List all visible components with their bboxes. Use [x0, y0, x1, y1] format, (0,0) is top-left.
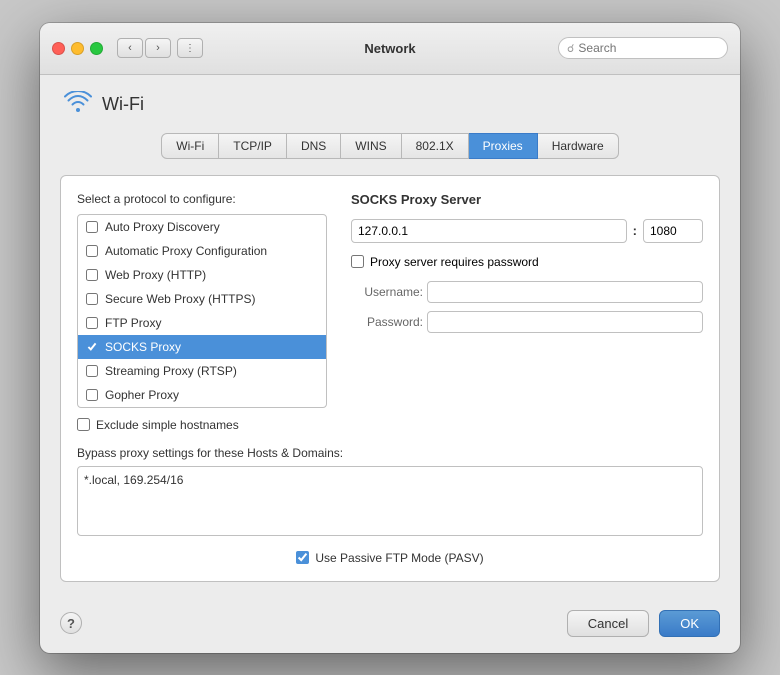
- bottom-bar: ? Cancel OK: [40, 598, 740, 653]
- action-buttons: Cancel OK: [567, 610, 720, 637]
- colon-separator: :: [633, 223, 637, 238]
- web-http-label: Web Proxy (HTTP): [105, 268, 206, 282]
- protocol-item-auto-config[interactable]: Automatic Proxy Configuration: [78, 239, 326, 263]
- bypass-section: Bypass proxy settings for these Hosts & …: [77, 446, 703, 539]
- protocol-item-secure-web[interactable]: Secure Web Proxy (HTTPS): [78, 287, 326, 311]
- main-window: ‹ › ⋮ Network ☌ Wi-Fi Wi-Fi: [40, 23, 740, 653]
- protocol-item-ftp[interactable]: FTP Proxy: [78, 311, 326, 335]
- wifi-header: Wi-Fi: [60, 91, 720, 119]
- window-title: Network: [364, 41, 415, 56]
- username-label: Username:: [351, 285, 423, 299]
- protocol-item-auto-proxy[interactable]: Auto Proxy Discovery: [78, 215, 326, 239]
- web-http-checkbox[interactable]: [86, 269, 98, 281]
- gopher-checkbox[interactable]: [86, 389, 98, 401]
- settings-panel: Select a protocol to configure: Auto Pro…: [60, 175, 720, 582]
- right-column: SOCKS Proxy Server : Proxy server requir…: [351, 192, 703, 432]
- search-input[interactable]: [578, 41, 698, 55]
- wifi-icon: [64, 91, 92, 119]
- socks-server-title: SOCKS Proxy Server: [351, 192, 703, 207]
- pasv-checkbox[interactable]: [296, 551, 309, 564]
- auto-proxy-label: Auto Proxy Discovery: [105, 220, 220, 234]
- forward-button[interactable]: ›: [145, 38, 171, 58]
- nav-buttons: ‹ ›: [117, 38, 171, 58]
- password-row-field: Password:: [351, 311, 703, 333]
- bypass-textarea[interactable]: *.local, 169.254/16: [77, 466, 703, 536]
- socks-checkbox[interactable]: [86, 341, 98, 353]
- exclude-hostnames-checkbox[interactable]: [77, 418, 90, 431]
- auto-proxy-checkbox[interactable]: [86, 221, 98, 233]
- password-field-label: Password:: [351, 315, 423, 329]
- auto-config-label: Automatic Proxy Configuration: [105, 244, 267, 258]
- tab-tcpip[interactable]: TCP/IP: [219, 133, 287, 159]
- protocol-list: Auto Proxy Discovery Automatic Proxy Con…: [77, 214, 327, 408]
- protocol-item-web-http[interactable]: Web Proxy (HTTP): [78, 263, 326, 287]
- content-area: Wi-Fi Wi-Fi TCP/IP DNS WINS 802.1X Proxi…: [40, 75, 740, 598]
- password-checkbox-label: Proxy server requires password: [370, 255, 539, 269]
- pasv-row: Use Passive FTP Mode (PASV): [77, 551, 703, 565]
- auto-config-checkbox[interactable]: [86, 245, 98, 257]
- titlebar: ‹ › ⋮ Network ☌: [40, 23, 740, 75]
- auth-fields: Username: Password:: [351, 281, 703, 333]
- streaming-label: Streaming Proxy (RTSP): [105, 364, 237, 378]
- username-input[interactable]: [427, 281, 703, 303]
- requires-password-checkbox[interactable]: [351, 255, 364, 268]
- left-column: Select a protocol to configure: Auto Pro…: [77, 192, 327, 432]
- password-input[interactable]: [427, 311, 703, 333]
- protocol-section-label: Select a protocol to configure:: [77, 192, 327, 206]
- socks-label: SOCKS Proxy: [105, 340, 181, 354]
- maximize-button[interactable]: [90, 42, 103, 55]
- pasv-label: Use Passive FTP Mode (PASV): [315, 551, 483, 565]
- server-port-input[interactable]: [643, 219, 703, 243]
- tab-8021x[interactable]: 802.1X: [402, 133, 469, 159]
- protocol-item-gopher[interactable]: Gopher Proxy: [78, 383, 326, 407]
- exclude-label: Exclude simple hostnames: [96, 418, 239, 432]
- server-host-row: :: [351, 219, 703, 243]
- tab-hardware[interactable]: Hardware: [538, 133, 619, 159]
- ftp-checkbox[interactable]: [86, 317, 98, 329]
- ok-button[interactable]: OK: [659, 610, 720, 637]
- traffic-lights: [52, 42, 103, 55]
- close-button[interactable]: [52, 42, 65, 55]
- search-icon: ☌: [567, 42, 574, 55]
- tab-proxies[interactable]: Proxies: [469, 133, 538, 159]
- tab-wins[interactable]: WINS: [341, 133, 401, 159]
- wifi-label: Wi-Fi: [102, 94, 144, 115]
- cancel-button[interactable]: Cancel: [567, 610, 649, 637]
- streaming-checkbox[interactable]: [86, 365, 98, 377]
- help-button[interactable]: ?: [60, 612, 82, 634]
- username-row: Username:: [351, 281, 703, 303]
- tab-dns[interactable]: DNS: [287, 133, 341, 159]
- tab-wifi[interactable]: Wi-Fi: [161, 133, 219, 159]
- exclude-row: Exclude simple hostnames: [77, 418, 327, 432]
- ftp-label: FTP Proxy: [105, 316, 161, 330]
- tab-bar: Wi-Fi TCP/IP DNS WINS 802.1X Proxies Har…: [60, 133, 720, 159]
- protocol-item-streaming[interactable]: Streaming Proxy (RTSP): [78, 359, 326, 383]
- back-button[interactable]: ‹: [117, 38, 143, 58]
- minimize-button[interactable]: [71, 42, 84, 55]
- server-host-input[interactable]: [351, 219, 627, 243]
- search-box[interactable]: ☌: [558, 37, 728, 59]
- bypass-label: Bypass proxy settings for these Hosts & …: [77, 446, 703, 460]
- secure-web-checkbox[interactable]: [86, 293, 98, 305]
- password-checkbox-row: Proxy server requires password: [351, 255, 703, 269]
- two-column-layout: Select a protocol to configure: Auto Pro…: [77, 192, 703, 432]
- protocol-item-socks[interactable]: SOCKS Proxy: [78, 335, 326, 359]
- secure-web-label: Secure Web Proxy (HTTPS): [105, 292, 255, 306]
- grid-button[interactable]: ⋮: [177, 38, 203, 58]
- gopher-label: Gopher Proxy: [105, 388, 179, 402]
